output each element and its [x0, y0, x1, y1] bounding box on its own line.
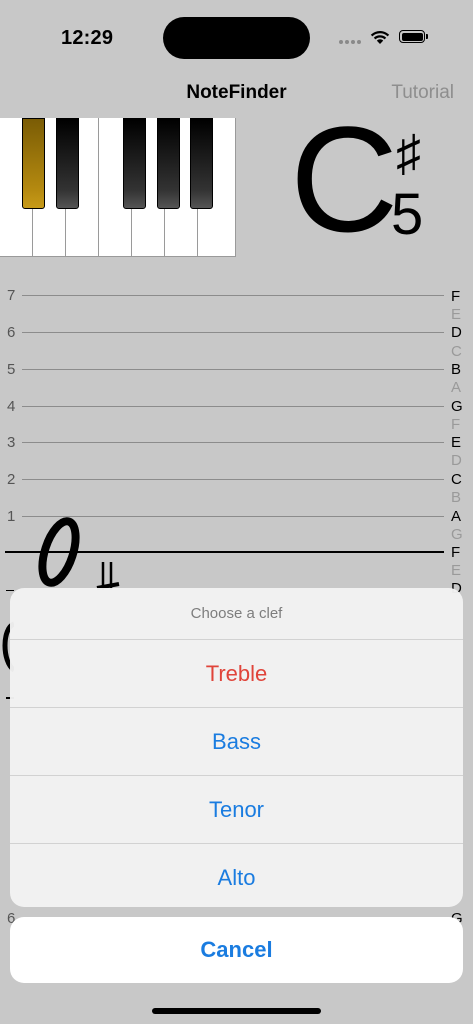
note-name-label: F [451, 288, 461, 305]
staff-area[interactable]: 7 6 5 4 3 2 1 F E D C B A G F E D C B A … [0, 280, 473, 610]
tutorial-button[interactable]: Tutorial [391, 82, 454, 104]
whole-note-icon [38, 517, 80, 587]
signal-dots-icon [339, 40, 363, 45]
action-sheet-title: Choose a clef [10, 588, 463, 640]
note-accidental: ♯ [396, 125, 421, 181]
wifi-icon [370, 30, 390, 44]
note-name-label: C [451, 471, 462, 488]
note-name-label: B [451, 361, 462, 378]
ledger-number: 3 [7, 434, 16, 451]
piano-keyboard[interactable] [0, 118, 236, 258]
note-name-label: G [451, 526, 463, 543]
clef-action-sheet: Choose a clef Treble Bass Tenor Alto [10, 588, 463, 907]
note-name-label: D [451, 452, 462, 469]
note-name-label: F [451, 416, 461, 433]
alto-option-button[interactable]: Alto [10, 844, 463, 907]
ledger-number: 2 [7, 471, 16, 488]
note-name-label: B [451, 489, 462, 506]
note-name-label: G [451, 398, 463, 415]
note-name-label: A [451, 379, 462, 396]
ledger-line [22, 516, 444, 517]
sharp-icon [96, 562, 120, 590]
ledger-number: 6 [7, 324, 16, 341]
ledger-line [22, 479, 444, 480]
piano-black-key[interactable] [190, 118, 213, 209]
battery-icon [399, 30, 428, 43]
cancel-button[interactable]: Cancel [10, 917, 463, 983]
piano-black-key[interactable] [123, 118, 146, 209]
piano-black-key-active[interactable] [22, 118, 45, 209]
ledger-line [22, 369, 444, 370]
note-name-label: F [451, 544, 461, 561]
bass-option-button[interactable]: Bass [10, 708, 463, 776]
note-letter: C [290, 95, 399, 263]
status-bar: 12:29 [0, 0, 473, 72]
tenor-option-button[interactable]: Tenor [10, 776, 463, 844]
ledger-number: 1 [7, 508, 16, 525]
dynamic-island [163, 17, 310, 59]
home-indicator[interactable] [152, 1008, 321, 1014]
note-octave: 5 [391, 182, 424, 247]
note-name-label: A [451, 508, 462, 525]
ledger-line [22, 295, 444, 296]
piano-black-key[interactable] [157, 118, 180, 209]
note-name-label: E [451, 306, 462, 323]
piano-black-key[interactable] [56, 118, 79, 209]
note-name-label: C [451, 343, 462, 360]
ledger-line [22, 442, 444, 443]
ledger-line [22, 406, 444, 407]
note-name-label: E [451, 562, 462, 579]
ledger-line [22, 332, 444, 333]
note-name-label: D [451, 324, 462, 341]
note-name-label: E [451, 434, 462, 451]
ledger-number: 4 [7, 398, 16, 415]
treble-option-button[interactable]: Treble [10, 640, 463, 708]
clock: 12:29 [61, 27, 114, 49]
ledger-number: 5 [7, 361, 16, 378]
ledger-number: 7 [7, 287, 16, 304]
